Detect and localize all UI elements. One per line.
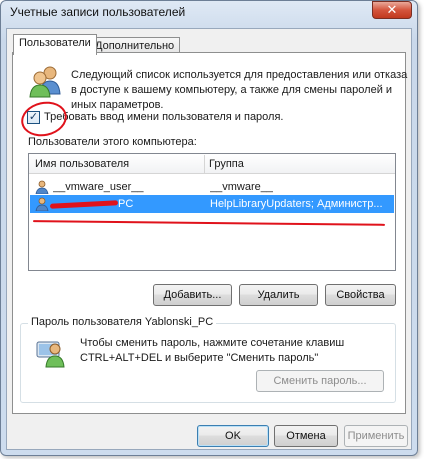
change-password-button[interactable]: Сменить пароль... — [256, 370, 384, 392]
users-list[interactable]: Имя пользователя Группа __vmware_user__ … — [28, 153, 396, 271]
password-hint-line-2: CTRL+ALT+DEL и выберите "Сменить пароль" — [80, 352, 319, 364]
user-key-icon — [36, 341, 65, 368]
cancel-button[interactable]: Отмена — [274, 425, 338, 447]
row-group: __vmware__ — [210, 181, 273, 193]
apply-button[interactable]: Применить — [344, 425, 408, 447]
row-group: HelpLibraryUpdaters; Администр... — [210, 198, 383, 210]
redaction-scribble — [49, 200, 119, 209]
table-row[interactable]: __vmware_user__ __vmware__ — [30, 178, 394, 196]
row-username: __vmware_user__ — [53, 181, 144, 193]
user-icon — [35, 197, 49, 211]
password-group-title: Пароль пользователя Yablonski_PC — [28, 316, 217, 328]
table-row-selected[interactable]: PC HelpLibraryUpdaters; Администр... — [30, 195, 394, 213]
properties-button[interactable]: Свойства — [325, 284, 396, 306]
annotation-circle — [17, 97, 71, 141]
add-user-button[interactable]: Добавить... — [153, 284, 232, 306]
users-list-header: Имя пользователя Группа — [29, 154, 395, 174]
column-header-username[interactable]: Имя пользователя — [35, 158, 129, 170]
require-login-label[interactable]: Требовать ввод имени пользователя и паро… — [44, 111, 283, 123]
intro-line-1: Следующий список используется для предос… — [71, 69, 408, 81]
password-hint-line-1: Чтобы сменить пароль, нажмите сочетание … — [80, 337, 345, 349]
column-header-group[interactable]: Группа — [209, 158, 244, 170]
intro-text: Следующий список используется для предос… — [71, 68, 407, 113]
users-group-icon — [29, 66, 61, 98]
row-username: PC — [118, 198, 134, 210]
intro-line-2: в доступе к вашему компьютеру, а также д… — [71, 84, 393, 96]
users-list-label: Пользователи этого компьютера: — [28, 136, 197, 148]
column-divider[interactable] — [204, 155, 205, 173]
password-hint: Чтобы сменить пароль, нажмите сочетание … — [80, 336, 344, 366]
ok-button[interactable]: OK — [197, 425, 269, 447]
content-layer: Следующий список используется для предос… — [0, 0, 424, 459]
remove-user-button[interactable]: Удалить — [239, 284, 318, 306]
user-icon — [35, 180, 49, 194]
